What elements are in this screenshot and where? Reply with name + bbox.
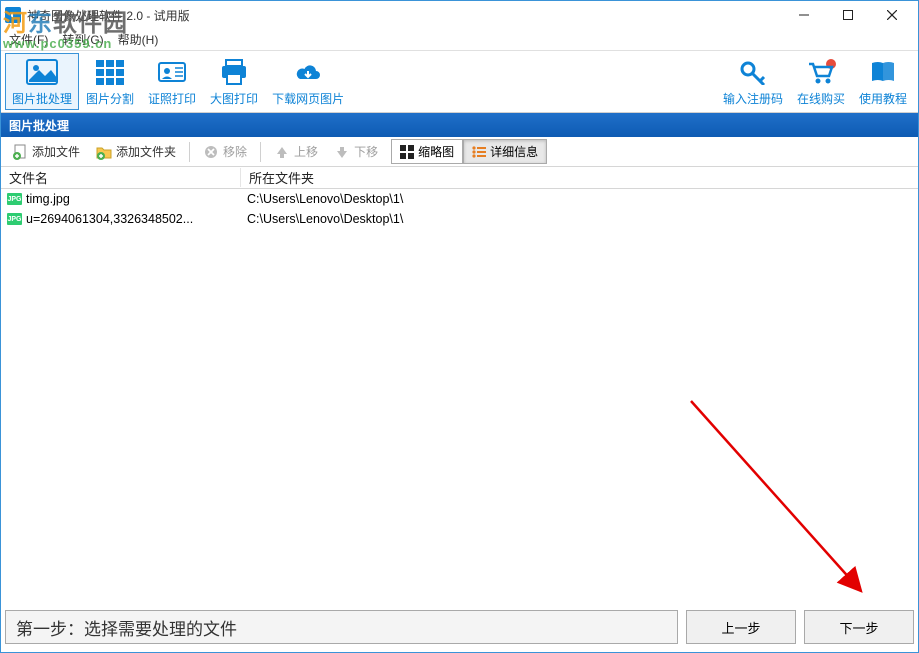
menu-bar: 文件(F) 转到(G) 帮助(H) (1, 29, 918, 51)
ribbon-download-web-images[interactable]: 下载网页图片 (265, 53, 351, 110)
file-name: u=2694061304,3326348502... (26, 212, 193, 226)
file-folder: C:\Users\Lenovo\Desktop\1\ (241, 212, 918, 226)
arrow-up-icon (274, 144, 290, 160)
column-folder[interactable]: 所在文件夹 (241, 168, 918, 187)
remove-button[interactable]: 移除 (196, 139, 254, 164)
panel-title: 图片批处理 (9, 117, 69, 134)
file-name: timg.jpg (26, 192, 70, 206)
column-filename[interactable]: 文件名 (1, 168, 241, 187)
window-title: 神奇图像处理软件 2.0 - 试用版 (27, 7, 190, 24)
add-file-icon (12, 144, 28, 160)
file-folder: C:\Users\Lenovo\Desktop\1\ (241, 192, 918, 206)
list-icon (472, 145, 486, 159)
menu-goto[interactable]: 转到(G) (58, 29, 107, 50)
thumbnail-icon (400, 145, 414, 159)
cart-icon (804, 56, 838, 88)
move-down-button[interactable]: 下移 (327, 139, 385, 164)
image-icon (25, 56, 59, 88)
prev-step-button[interactable]: 上一步 (686, 610, 796, 644)
view-detail-button[interactable]: 详细信息 (463, 139, 547, 164)
ribbon-batch-process[interactable]: 图片批处理 (5, 53, 79, 110)
title-bar: ◐ 神奇图像处理软件 2.0 - 试用版 (1, 1, 918, 29)
view-thumbnail-button[interactable]: 缩略图 (391, 139, 463, 164)
ribbon-enter-reg-code[interactable]: 输入注册码 (716, 53, 790, 110)
close-button[interactable] (870, 1, 914, 29)
file-list: JPGtimg.jpgC:\Users\Lenovo\Desktop\1\JPG… (1, 189, 918, 571)
app-icon: ◐ (5, 7, 21, 23)
menu-file[interactable]: 文件(F) (5, 29, 52, 50)
move-up-button[interactable]: 上移 (267, 139, 325, 164)
ribbon-tutorial[interactable]: 使用教程 (852, 53, 914, 110)
wizard-footer: 第一步：选择需要处理的文件 上一步 下一步 (5, 610, 914, 644)
id-card-icon (155, 56, 189, 88)
grid-icon (93, 56, 127, 88)
jpg-file-icon: JPG (7, 213, 22, 225)
ribbon-buy-online[interactable]: 在线购买 (790, 53, 852, 110)
menu-help[interactable]: 帮助(H) (114, 29, 163, 50)
cloud-download-icon (291, 56, 325, 88)
table-row[interactable]: JPG timg.jpg C:\Users\Lenovo\Desktop\1\ (1, 189, 918, 209)
panel-header: 图片批处理 (1, 113, 918, 137)
ribbon-big-print[interactable]: 大图打印 (203, 53, 265, 110)
jpg-file-icon: JPG (7, 193, 22, 205)
book-icon (866, 56, 900, 88)
add-file-button[interactable]: 添加文件 (5, 139, 87, 164)
ribbon-id-print[interactable]: 证照打印 (141, 53, 203, 110)
maximize-button[interactable] (826, 1, 870, 29)
arrow-down-icon (334, 144, 350, 160)
key-icon (736, 56, 770, 88)
printer-icon (217, 56, 251, 88)
ribbon-image-split[interactable]: 图片分割 (79, 53, 141, 110)
step-description: 第一步：选择需要处理的文件 (5, 610, 678, 644)
file-toolbar: 添加文件 添加文件夹 移除 上移 下移 缩略图 详细信息 (1, 137, 918, 167)
minimize-button[interactable] (782, 1, 826, 29)
add-folder-icon (96, 144, 112, 160)
list-header: 文件名 所在文件夹 (1, 167, 918, 189)
next-step-button[interactable]: 下一步 (804, 610, 914, 644)
remove-icon (203, 144, 219, 160)
add-folder-button[interactable]: 添加文件夹 (89, 139, 183, 164)
ribbon-toolbar: 图片批处理 图片分割 证照打印 大图打印 下载网页图片 输入注册码 在线购买 使… (1, 51, 918, 113)
table-row[interactable]: JPG u=2694061304,3326348502... C:\Users\Le… (1, 209, 918, 229)
